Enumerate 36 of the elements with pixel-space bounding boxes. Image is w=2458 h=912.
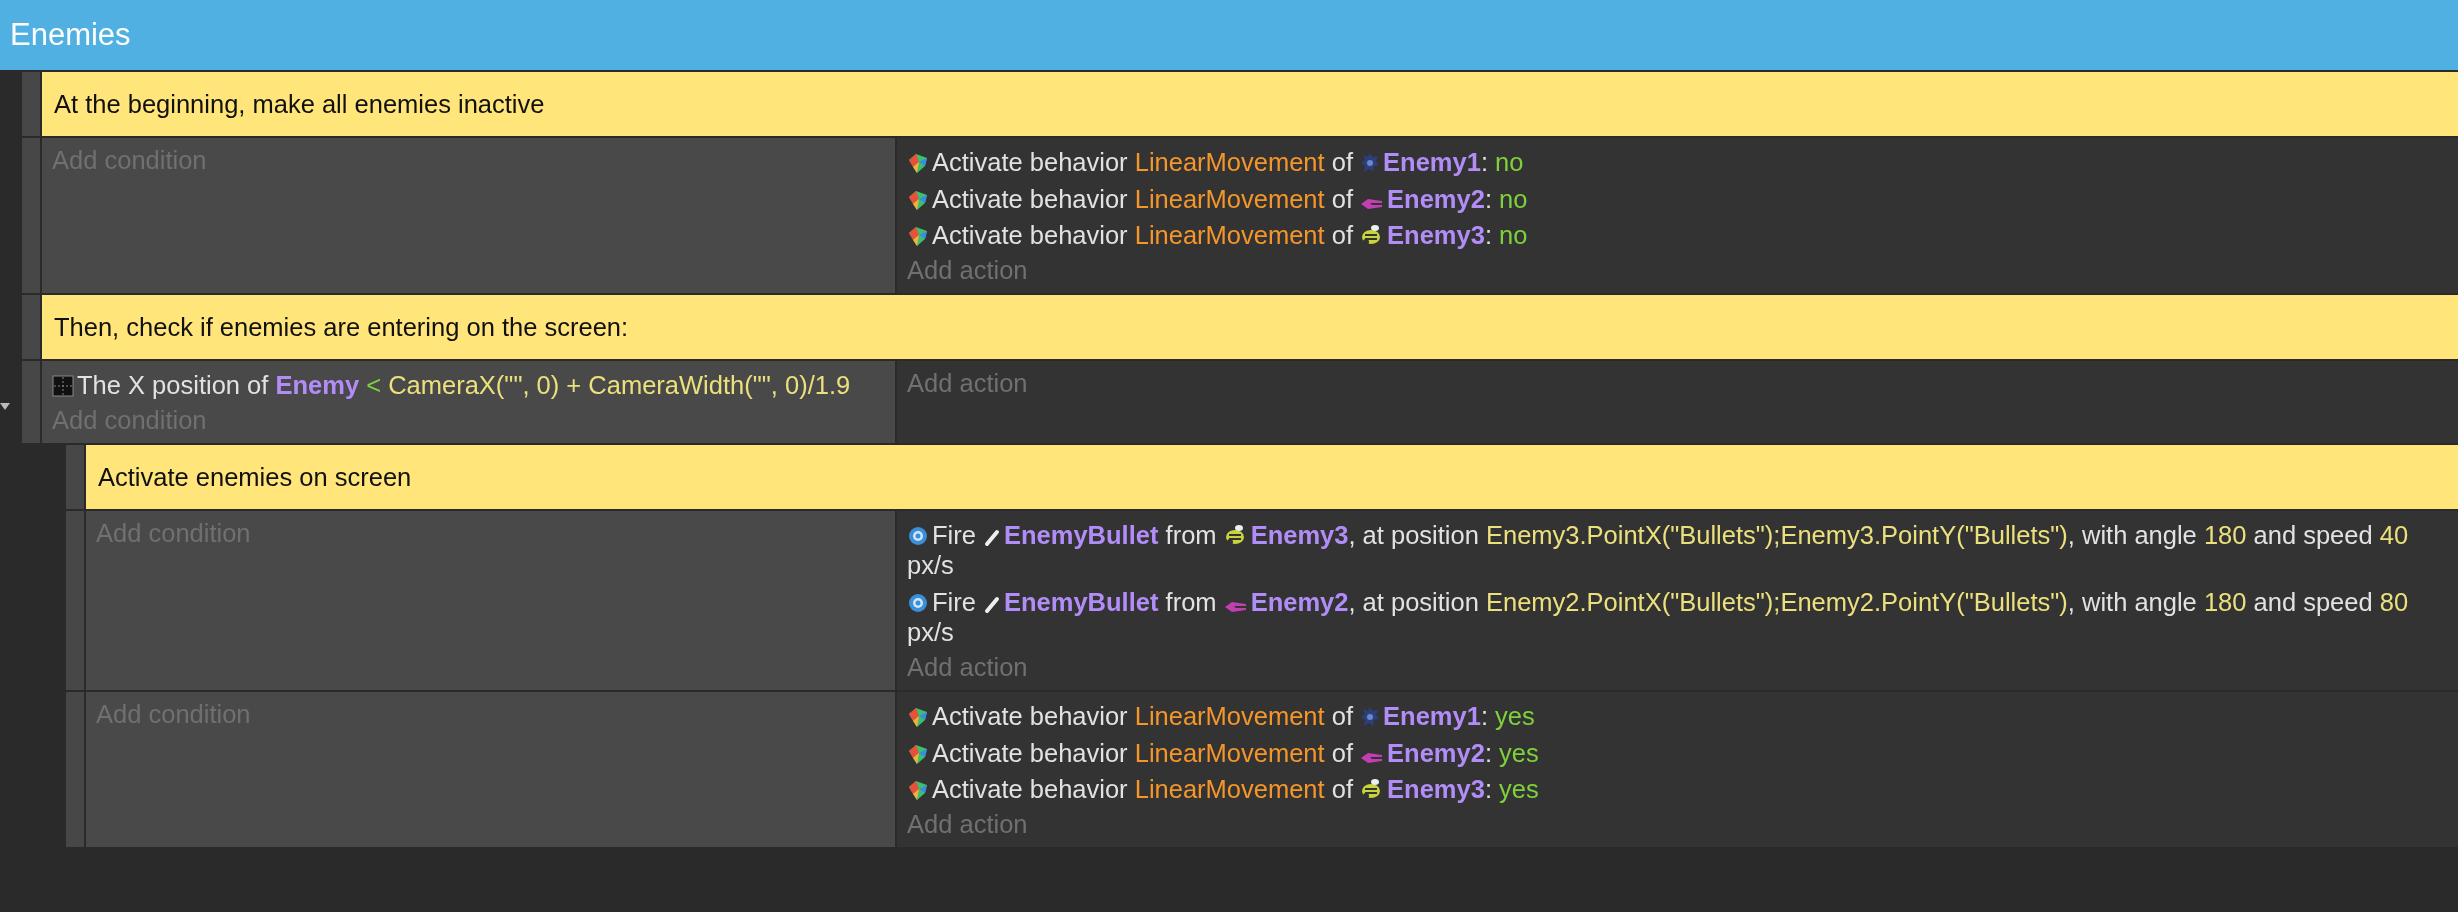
action-row[interactable]: Activate behavior LinearMovement of Enemy2: yes xyxy=(907,734,1539,772)
ship-icon xyxy=(1360,196,1385,211)
event-comment[interactable]: Then, check if enemies are entering on the screen: xyxy=(42,294,2458,359)
bullet-icon xyxy=(983,528,1001,547)
drag-handle[interactable] xyxy=(66,692,84,848)
grid-icon xyxy=(52,374,74,397)
event-comment[interactable]: At the beginning, make all enemies inactive xyxy=(42,72,2458,136)
action-row[interactable]: Activate behavior LinearMovement of Enemy3: yes xyxy=(907,771,1539,808)
gear-icon xyxy=(907,524,929,547)
sheet-title: Enemies xyxy=(0,0,2458,70)
drag-handle[interactable] xyxy=(66,444,84,509)
bullet-icon xyxy=(983,595,1001,614)
caret-icon[interactable] xyxy=(0,401,10,412)
ship-icon xyxy=(1223,599,1248,614)
action-row[interactable]: Activate behavior LinearMovement of Enemy2: no xyxy=(907,180,1528,218)
gem-icon xyxy=(907,742,929,765)
action-row[interactable]: Activate behavior LinearMovement of Enemy1: no xyxy=(907,144,1524,181)
drag-handle[interactable] xyxy=(22,72,40,136)
gem-icon xyxy=(907,225,929,248)
event-comment[interactable]: Activate enemies on screen xyxy=(86,444,2458,509)
drag-handle[interactable] xyxy=(66,510,84,691)
gem-icon xyxy=(907,706,929,729)
gear-icon xyxy=(907,591,929,614)
ship-icon xyxy=(1360,750,1385,765)
drag-handle[interactable] xyxy=(22,294,40,359)
gem-icon xyxy=(907,188,929,211)
spiky-creature-icon xyxy=(1360,706,1381,729)
spiky-creature-icon xyxy=(1360,152,1381,174)
condition-row[interactable]: The X position of Enemy < CameraX("", 0) + CameraWidth("", 0)/1.9 xyxy=(52,366,851,404)
action-row[interactable]: Activate behavior LinearMovement of Enemy3: no xyxy=(907,217,1528,254)
drag-handle[interactable] xyxy=(22,138,40,293)
drag-handle[interactable] xyxy=(22,360,40,443)
gem-icon xyxy=(907,152,929,174)
action-row[interactable]: Fire EnemyBullet from Enemy2, at position Enemy2.PointX("Bullets");Enemy2.PointY("Bullets"), with angle 180 and speed 80 px/s xyxy=(907,583,2448,652)
gem-icon xyxy=(907,779,929,802)
action-row[interactable]: Activate behavior LinearMovement of Enemy1: yes xyxy=(907,698,1535,735)
